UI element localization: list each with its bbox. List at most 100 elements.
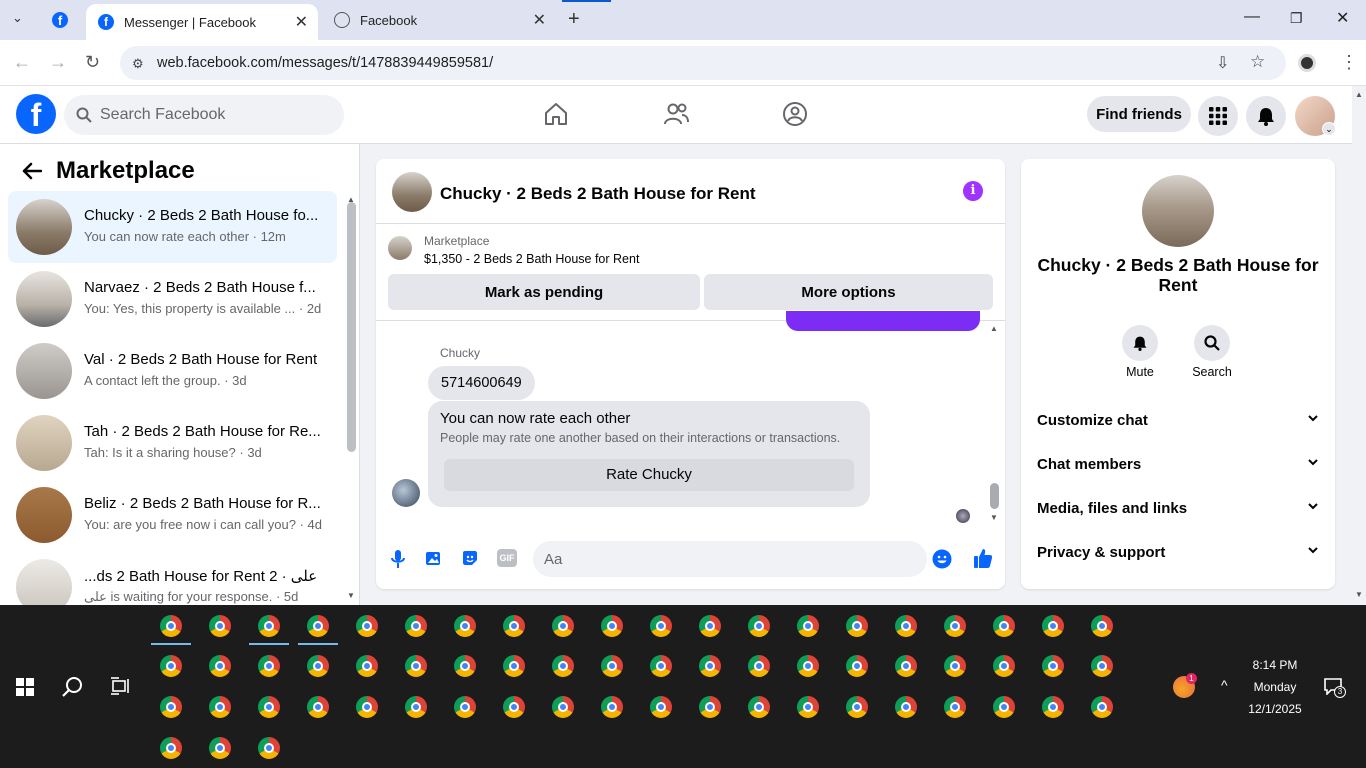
chrome-window-icon[interactable] (1091, 655, 1113, 677)
chrome-window-icon[interactable] (209, 615, 231, 637)
chrome-window-icon[interactable] (797, 615, 819, 637)
chrome-window-icon[interactable] (405, 655, 427, 677)
scroll-up-icon[interactable]: ▲ (990, 324, 998, 333)
chrome-window-icon[interactable] (209, 655, 231, 677)
chat-list-item[interactable]: Beliz · 2 Beds 2 Bath House for R... You… (8, 479, 337, 551)
info-icon[interactable]: i (963, 181, 983, 201)
microphone-icon[interactable] (390, 549, 406, 569)
privacy-support-row[interactable]: Privacy & support (1037, 532, 1319, 572)
scroll-up-icon[interactable]: ▲ (1355, 90, 1363, 99)
install-app-icon[interactable]: ⇩ (1216, 53, 1229, 73)
chrome-window-icon[interactable] (454, 615, 476, 637)
account-chevron-icon[interactable]: ⌄ (1322, 122, 1336, 136)
chrome-window-icon[interactable] (405, 615, 427, 637)
forward-icon[interactable]: → (49, 52, 67, 73)
chrome-window-icon[interactable] (307, 615, 329, 637)
mute-button[interactable] (1122, 325, 1158, 361)
address-bar[interactable]: ⚙ web.facebook.com/messages/t/1478839449… (120, 46, 1286, 80)
sender-avatar[interactable] (392, 479, 420, 507)
site-info-icon[interactable]: ⚙ (132, 56, 144, 72)
chrome-window-icon[interactable] (1042, 615, 1064, 637)
chrome-window-icon[interactable] (748, 655, 770, 677)
close-tab-icon[interactable]: ✕ (295, 12, 308, 32)
minimize-icon[interactable]: — (1244, 8, 1260, 26)
mark-as-pending-button[interactable]: Mark as pending (388, 274, 700, 310)
pinned-facebook-tab-icon[interactable]: f (52, 12, 68, 28)
chrome-window-icon[interactable] (797, 655, 819, 677)
back-icon[interactable]: ← (13, 52, 31, 73)
task-view-icon[interactable] (110, 677, 130, 695)
new-tab-icon[interactable]: + (568, 8, 580, 31)
chrome-window-icon[interactable] (1091, 696, 1113, 718)
search-input[interactable] (100, 95, 330, 135)
chrome-window-icon[interactable] (552, 615, 574, 637)
window-close-icon[interactable]: ✕ (1336, 8, 1349, 28)
gif-icon[interactable]: GIF (497, 549, 517, 567)
chrome-window-icon[interactable] (895, 655, 917, 677)
chrome-window-icon[interactable] (160, 615, 182, 637)
chrome-window-icon[interactable] (356, 615, 378, 637)
rate-chucky-button[interactable]: Rate Chucky (444, 459, 854, 491)
facebook-logo[interactable]: f (16, 94, 56, 134)
chrome-window-icon[interactable] (748, 696, 770, 718)
chrome-window-icon[interactable] (552, 696, 574, 718)
chrome-window-icon[interactable] (601, 696, 623, 718)
chrome-window-icon[interactable] (650, 696, 672, 718)
chrome-window-icon[interactable] (258, 615, 280, 637)
chrome-window-icon[interactable] (846, 655, 868, 677)
chat-list-scrollbar[interactable] (347, 202, 356, 452)
groups-icon[interactable] (781, 100, 809, 128)
tab-messenger[interactable]: f Messenger | Facebook ✕ (86, 4, 318, 40)
chrome-window-icon[interactable] (160, 696, 182, 718)
notifications-button[interactable] (1246, 96, 1286, 136)
chrome-window-icon[interactable] (405, 696, 427, 718)
chrome-window-icon[interactable] (209, 696, 231, 718)
chrome-window-icon[interactable] (944, 696, 966, 718)
sticker-icon[interactable] (461, 549, 479, 567)
message-scrollbar[interactable] (990, 483, 999, 509)
chrome-window-icon[interactable] (944, 615, 966, 637)
chrome-window-icon[interactable] (356, 696, 378, 718)
bookmark-star-icon[interactable]: ☆ (1250, 52, 1265, 72)
chrome-window-icon[interactable] (699, 655, 721, 677)
chrome-window-icon[interactable] (1042, 655, 1064, 677)
chrome-window-icon[interactable] (552, 655, 574, 677)
chrome-window-icon[interactable] (846, 615, 868, 637)
chrome-window-icon[interactable] (258, 696, 280, 718)
windows-start-icon[interactable] (16, 678, 34, 696)
back-arrow-icon[interactable] (22, 162, 42, 180)
listing-summary[interactable]: $1,350 - 2 Beds 2 Bath House for Rent (424, 252, 639, 266)
clock-time[interactable]: 8:14 PM (1240, 658, 1310, 672)
chrome-window-icon[interactable] (699, 615, 721, 637)
chrome-window-icon[interactable] (1042, 696, 1064, 718)
chrome-window-icon[interactable] (944, 655, 966, 677)
browser-menu-icon[interactable]: ⋮ (1340, 52, 1358, 73)
chrome-window-icon[interactable] (993, 615, 1015, 637)
profile-avatar-icon[interactable] (1298, 54, 1316, 72)
chrome-window-icon[interactable] (895, 615, 917, 637)
chrome-window-icon[interactable] (699, 696, 721, 718)
home-icon[interactable] (542, 100, 570, 128)
chrome-window-icon[interactable] (307, 655, 329, 677)
scroll-down-icon[interactable]: ▼ (347, 591, 355, 600)
chrome-window-icon[interactable] (160, 737, 182, 759)
chat-list-item[interactable]: Narvaez · 2 Beds 2 Bath House f... You: … (8, 263, 337, 335)
chrome-window-icon[interactable] (601, 655, 623, 677)
chrome-window-icon[interactable] (748, 615, 770, 637)
chrome-window-icon[interactable] (503, 615, 525, 637)
restore-icon[interactable]: ❐ (1290, 10, 1303, 27)
chrome-window-icon[interactable] (503, 696, 525, 718)
photo-icon[interactable] (425, 549, 443, 567)
conversation-large-avatar[interactable] (1142, 175, 1214, 247)
like-thumbs-up-icon[interactable] (973, 547, 993, 569)
chat-list-item[interactable]: ...ds 2 Bath House for Rent 2 · على على … (8, 551, 337, 605)
message-input[interactable] (533, 541, 927, 577)
chrome-window-icon[interactable] (209, 737, 231, 759)
chrome-window-icon[interactable] (160, 655, 182, 677)
chrome-window-icon[interactable] (650, 615, 672, 637)
chrome-window-icon[interactable] (895, 696, 917, 718)
conversation-avatar[interactable] (392, 172, 432, 212)
customize-chat-row[interactable]: Customize chat (1037, 400, 1319, 440)
clock-day[interactable]: Monday (1240, 680, 1310, 694)
incoming-message-bubble[interactable]: 5714600649 (428, 366, 535, 400)
